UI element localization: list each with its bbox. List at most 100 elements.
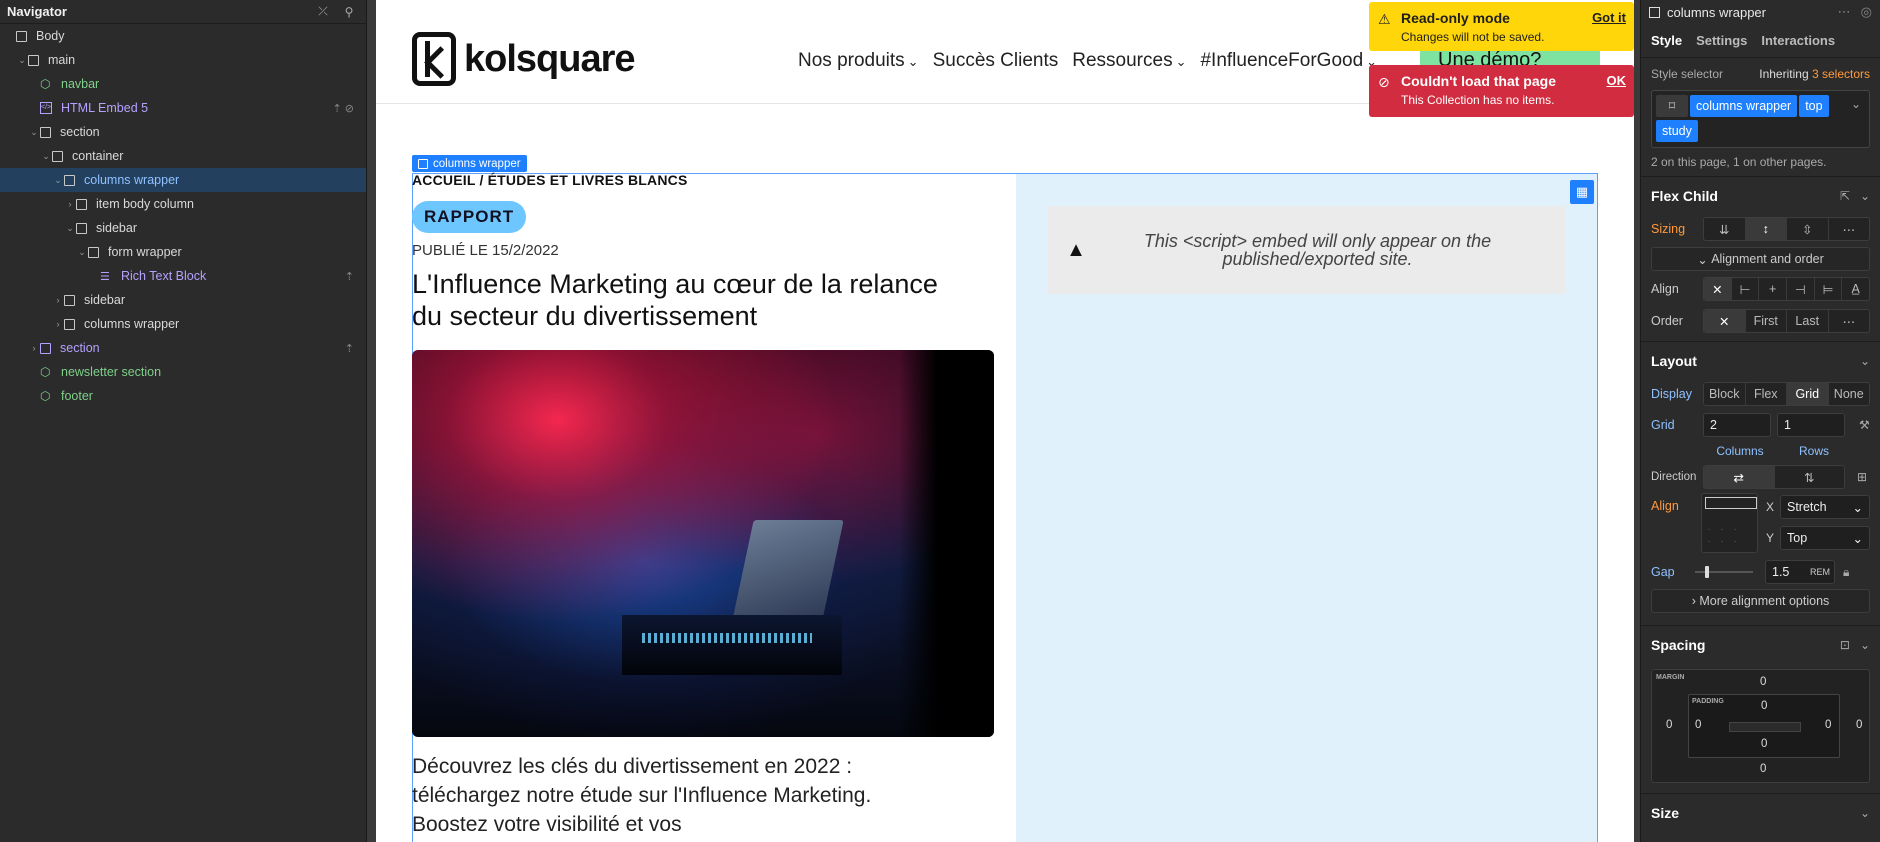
more-alignment-button[interactable]: › More alignment options (1651, 589, 1870, 613)
tab-settings[interactable]: Settings (1696, 33, 1747, 48)
display-grid-button[interactable]: Grid (1787, 383, 1829, 405)
order-first-button[interactable]: First (1746, 310, 1787, 332)
visibility-icon[interactable]: ⇡ ⊘ (333, 102, 355, 115)
gap-slider-handle[interactable] (1705, 566, 1709, 578)
element-settings-icon[interactable]: ▦ (1570, 180, 1594, 204)
direction-vertical-icon[interactable]: ⇅ (1775, 466, 1845, 488)
selector-chip[interactable]: top (1799, 95, 1829, 117)
inheriting-count[interactable]: 3 selectors (1812, 67, 1870, 81)
spacing-section-header[interactable]: Spacing ⊡ ⌄ (1641, 625, 1880, 663)
chevron-down-icon[interactable]: ⌄ (76, 247, 88, 258)
align-end-icon[interactable]: ⊣ (1787, 278, 1815, 300)
more-icon[interactable]: ⋯ (1829, 310, 1870, 332)
align-start-icon[interactable]: ⊢ (1732, 278, 1760, 300)
navigator-item[interactable]: ⌄ sidebar (0, 216, 366, 240)
script-embed-placeholder[interactable]: ▲ This <script> embed will only appear o… (1048, 206, 1565, 294)
nav-item-influenceforgood[interactable]: #InfluenceForGood ⌄ (1200, 50, 1377, 72)
got-it-button[interactable]: Got it (1592, 10, 1626, 25)
shrink-icon[interactable]: ⇊ (1704, 218, 1746, 240)
align-x-select[interactable]: Stretch ⌄ (1780, 495, 1870, 519)
grid-rows-input[interactable]: 1 (1777, 413, 1845, 437)
more-icon[interactable]: ⋯ (1829, 218, 1870, 240)
close-icon[interactable]: ✕ (1704, 278, 1732, 300)
padding-top-value[interactable]: 0 (1761, 700, 1767, 712)
flex-child-section-header[interactable]: Flex Child ⇱ ⌄ (1641, 176, 1880, 214)
navigator-item[interactable]: ⌄ columns wrapper (0, 168, 366, 192)
more-options-icon[interactable]: ⋯ (1838, 4, 1851, 20)
navigator-item[interactable]: Body (0, 24, 366, 48)
lock-icon[interactable]: 🔒︎ (1843, 565, 1849, 580)
navigator-item[interactable]: </> HTML Embed 5 ⇡ ⊘ (0, 96, 366, 120)
navigator-item[interactable]: › columns wrapper (0, 312, 366, 336)
navigator-item[interactable]: ⌄ form wrapper (0, 240, 366, 264)
chevron-down-icon[interactable]: ⌄ (1860, 638, 1870, 652)
designer-canvas[interactable]: kolsquare Nos produits ⌄ Succès Clients R… (376, 0, 1634, 842)
navigator-item[interactable]: ☰ Rich Text Block ⇡ (0, 264, 366, 288)
align-stretch-icon[interactable]: ⊨ (1815, 278, 1843, 300)
grid-settings-icon[interactable]: ⊞ (1857, 470, 1867, 484)
nav-item-products[interactable]: Nos produits ⌄ (798, 50, 919, 72)
ok-button[interactable]: OK (1607, 73, 1627, 88)
navigator-item[interactable]: ⬡ newsletter section (0, 360, 366, 384)
navigator-item[interactable]: › item body column (0, 192, 366, 216)
no-shrink-icon[interactable]: ⇳ (1787, 218, 1829, 240)
margin-right-value[interactable]: 0 (1856, 719, 1862, 731)
align-center-icon[interactable]: + (1759, 278, 1788, 300)
chevron-down-icon[interactable]: ⌄ (16, 55, 28, 66)
grow-icon[interactable]: ↕ (1745, 218, 1787, 240)
padding-bottom-value[interactable]: 0 (1761, 738, 1767, 750)
layout-section-header[interactable]: Layout ⌄ (1641, 341, 1880, 379)
navigator-item[interactable]: ⬡ footer (0, 384, 366, 408)
pin-icon[interactable]: ⚲ (339, 5, 359, 19)
tab-interactions[interactable]: Interactions (1761, 33, 1835, 48)
navigator-item[interactable]: ⌄ main (0, 48, 366, 72)
expand-icon[interactable]: ⇱ (1840, 189, 1850, 203)
chevron-down-icon[interactable]: ⌄ (28, 127, 40, 138)
chevron-down-icon[interactable]: ⌄ (40, 151, 52, 162)
align-baseline-icon[interactable]: A̲ (1842, 278, 1869, 300)
selector-field[interactable]: ⌑ columns wrapper top ⌄ study (1651, 90, 1870, 148)
padding-right-value[interactable]: 0 (1825, 719, 1831, 731)
align-y-select[interactable]: Top ⌄ (1780, 526, 1870, 550)
margin-top-value[interactable]: 0 (1760, 676, 1766, 688)
gap-slider[interactable] (1695, 566, 1753, 578)
selected-element-label[interactable]: columns wrapper (412, 155, 527, 172)
chevron-right-icon[interactable]: › (64, 199, 76, 209)
grid-columns-input[interactable]: 2 (1703, 413, 1771, 437)
nav-item-clients[interactable]: Succès Clients (933, 50, 1059, 72)
gap-input[interactable]: 1.5 REM (1765, 560, 1835, 584)
size-section-header[interactable]: Size ⌄ (1641, 793, 1880, 831)
chevron-down-icon[interactable]: ⌄ (64, 223, 76, 234)
alignment-grid-control[interactable]: ··· ··· (1700, 493, 1758, 553)
direction-horizontal-icon[interactable]: ⇄ (1704, 466, 1775, 488)
selector-chip[interactable]: columns wrapper (1690, 95, 1798, 117)
spacing-mode-icon[interactable]: ⊡ (1840, 638, 1850, 652)
wrench-icon[interactable]: ⚒ (1859, 418, 1870, 432)
navigator-item[interactable]: › section ⇡ (0, 336, 366, 360)
chevron-down-icon[interactable]: ⌄ (1860, 806, 1870, 820)
chevron-right-icon[interactable]: › (52, 319, 64, 329)
site-logo[interactable]: kolsquare (412, 32, 636, 86)
order-last-button[interactable]: Last (1787, 310, 1829, 332)
gap-unit[interactable]: REM (1810, 567, 1830, 577)
display-flex-button[interactable]: Flex (1746, 383, 1787, 405)
chevron-down-icon[interactable]: ⌄ (1860, 189, 1870, 203)
alignment-order-button[interactable]: ⌄ Alignment and order (1651, 247, 1870, 271)
move-up-icon[interactable]: ⇡ (345, 342, 354, 355)
close-icon[interactable]: ✕ (1704, 310, 1746, 332)
margin-bottom-value[interactable]: 0 (1760, 763, 1766, 775)
selector-state-icon[interactable]: ⌑ (1656, 95, 1688, 117)
breadcrumb[interactable]: ACCUEIL / ÉTUDES ET LIVRES BLANCS (412, 172, 687, 188)
chevron-right-icon[interactable]: › (28, 343, 40, 353)
nav-item-resources[interactable]: Ressources ⌄ (1072, 50, 1186, 72)
chevron-down-icon[interactable]: ⌄ (52, 175, 64, 186)
sidebar-column[interactable]: ▲ This <script> embed will only appear o… (1016, 174, 1597, 842)
chevron-down-icon[interactable]: ⌄ (1860, 354, 1870, 368)
margin-left-value[interactable]: 0 (1666, 719, 1672, 731)
navigator-item[interactable]: ⌄ container (0, 144, 366, 168)
move-up-icon[interactable]: ⇡ (345, 270, 354, 283)
collapse-all-icon[interactable]: ⤫ (313, 4, 333, 19)
navigator-item[interactable]: ⌄ section (0, 120, 366, 144)
display-none-button[interactable]: None (1829, 383, 1870, 405)
chevron-right-icon[interactable]: › (52, 295, 64, 305)
